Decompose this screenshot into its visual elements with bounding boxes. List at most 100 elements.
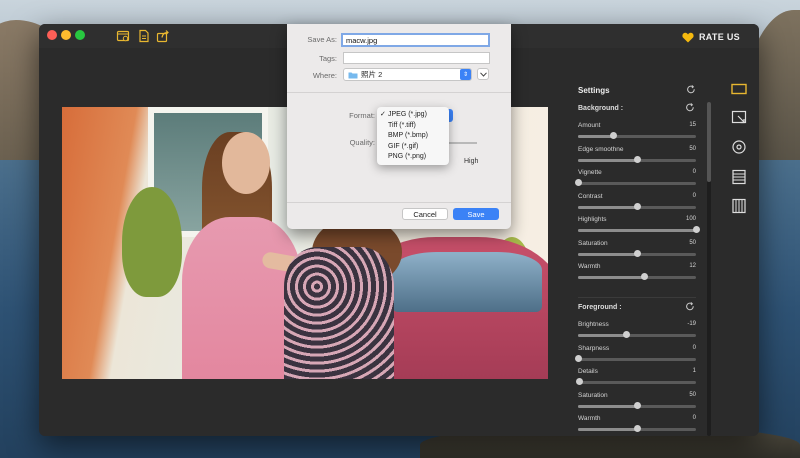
slider-amount[interactable]: Amount 15 xyxy=(578,122,696,144)
selection-tool[interactable] xyxy=(730,109,748,127)
slider-fill xyxy=(578,276,645,279)
open-image-icon[interactable] xyxy=(116,29,130,43)
cancel-button[interactable]: Cancel xyxy=(402,208,448,220)
format-option[interactable]: Tiff (*.tiff) xyxy=(377,121,449,132)
slider-brightness[interactable]: Brightness -19 xyxy=(578,321,696,343)
circle-tool[interactable] xyxy=(730,138,748,156)
new-document-icon[interactable] xyxy=(137,29,151,43)
foreground-section-label: Foreground : xyxy=(578,304,622,311)
slider-label: Details xyxy=(578,368,598,375)
slider-value: 50 xyxy=(689,239,696,246)
columns-tool[interactable] xyxy=(730,197,748,215)
slider-value: 50 xyxy=(689,145,696,152)
where-label: Where: xyxy=(312,71,337,80)
slider-label: Highlights xyxy=(578,216,607,223)
maximize-window-button[interactable] xyxy=(75,30,85,40)
settings-title: Settings xyxy=(578,86,610,95)
slider-knob[interactable] xyxy=(633,425,641,432)
format-dropdown-menu: ✓ JPEG (*.jpg) Tiff (*.tiff) BMP (*.bmp) GIF… xyxy=(377,107,449,165)
slider-knob[interactable] xyxy=(633,249,641,257)
reset-background-icon[interactable] xyxy=(685,103,695,113)
slider-knob[interactable] xyxy=(574,179,582,186)
slider-value: 1 xyxy=(692,368,696,374)
slider-label: Saturation xyxy=(578,391,608,399)
slider-warmth[interactable]: Warmth 0 xyxy=(578,415,696,436)
slider-value: 0 xyxy=(692,169,696,175)
reset-settings-icon[interactable] xyxy=(686,85,696,95)
slider-label: Saturation xyxy=(578,239,608,247)
format-option-label: GIF (*.gif) xyxy=(388,142,419,150)
settings-scrollbar[interactable] xyxy=(707,102,711,436)
slider-fill xyxy=(578,158,637,162)
slider-saturation[interactable]: Saturation 50 xyxy=(578,240,696,262)
where-select[interactable]: 照片 2 ⇕ xyxy=(343,68,472,81)
slider-track[interactable] xyxy=(578,276,696,279)
format-option-label: Tiff (*.tiff) xyxy=(388,121,416,129)
format-option[interactable]: GIF (*.gif) xyxy=(377,142,449,153)
folder-icon xyxy=(348,72,358,78)
slider-label: Warmth xyxy=(578,263,601,270)
rate-us-label: RATE US xyxy=(699,32,740,42)
slider-contrast[interactable]: Contrast 0 xyxy=(578,193,696,215)
minimize-window-button[interactable] xyxy=(61,30,71,40)
slider-label: Contrast xyxy=(578,192,603,200)
format-option[interactable]: ✓ JPEG (*.jpg) xyxy=(377,110,449,121)
layers-tool[interactable] xyxy=(730,168,748,186)
slider-knob[interactable] xyxy=(575,378,583,385)
slider-label: Brightness xyxy=(578,321,609,328)
slider-sharpness[interactable]: Sharpness 0 xyxy=(574,345,696,367)
slider-value: 100 xyxy=(685,216,696,222)
slider-value: 12 xyxy=(689,263,696,269)
slider-track[interactable] xyxy=(578,135,696,138)
format-option-label: PNG (*.png) xyxy=(388,153,427,160)
rate-us-button[interactable]: RATE US xyxy=(682,30,740,44)
slider-label: Warmth xyxy=(578,415,601,422)
photo-car-window xyxy=(392,252,542,312)
slider-details[interactable]: Details 1 xyxy=(575,368,696,390)
settings-scroll-thumb[interactable] xyxy=(707,102,711,182)
chevron-down-icon xyxy=(479,71,487,77)
slider-track[interactable] xyxy=(578,229,696,232)
slider-value: 15 xyxy=(689,122,696,128)
layers-icon xyxy=(732,169,746,185)
slider-knob[interactable] xyxy=(609,132,617,139)
slider-knob[interactable] xyxy=(633,401,641,409)
format-option-label: JPEG (*.jpg) xyxy=(388,111,427,118)
tool-strip xyxy=(727,80,751,220)
slider-value: 50 xyxy=(689,391,696,398)
close-window-button[interactable] xyxy=(47,30,57,40)
reset-foreground-icon[interactable] xyxy=(685,302,695,312)
share-export-icon[interactable] xyxy=(156,29,170,43)
dialog-divider xyxy=(287,92,511,93)
slider-knob[interactable] xyxy=(633,155,641,163)
slider-track[interactable] xyxy=(578,381,696,384)
save-button[interactable]: Save xyxy=(453,208,499,220)
slider-knob[interactable] xyxy=(633,202,641,210)
slider-track[interactable] xyxy=(578,334,696,337)
tags-input[interactable] xyxy=(343,52,490,64)
selection-icon xyxy=(731,110,747,124)
slider-vignette[interactable]: Vignette 0 xyxy=(574,169,696,191)
slider-knob[interactable] xyxy=(622,331,630,338)
tags-label: Tags: xyxy=(319,54,337,63)
slider-highlights[interactable]: Highlights 100 xyxy=(578,216,700,238)
columns-icon xyxy=(732,198,746,214)
slider-knob[interactable] xyxy=(640,273,648,280)
format-option[interactable]: PNG (*.png) xyxy=(377,152,449,163)
slider-track[interactable] xyxy=(578,182,696,185)
quality-slider[interactable] xyxy=(447,142,477,144)
slider-saturation[interactable]: Saturation 50 xyxy=(578,392,696,414)
slider-fill xyxy=(578,428,637,431)
format-option[interactable]: BMP (*.bmp) xyxy=(377,131,449,142)
slider-track[interactable] xyxy=(578,357,696,361)
slider-warmth[interactable]: Warmth 12 xyxy=(578,263,696,285)
photo-tree xyxy=(122,187,182,297)
save-as-input[interactable]: macw.jpg xyxy=(341,33,490,47)
slider-fill xyxy=(578,229,696,232)
slider-knob[interactable] xyxy=(692,226,700,233)
slider-knob[interactable] xyxy=(574,354,582,362)
crop-rect-tool[interactable] xyxy=(730,80,748,98)
expand-dialog-button[interactable] xyxy=(477,68,489,80)
slider-edge-smoothne[interactable]: Edge smoothne 50 xyxy=(578,146,696,168)
slider-label: Vignette xyxy=(578,169,602,176)
